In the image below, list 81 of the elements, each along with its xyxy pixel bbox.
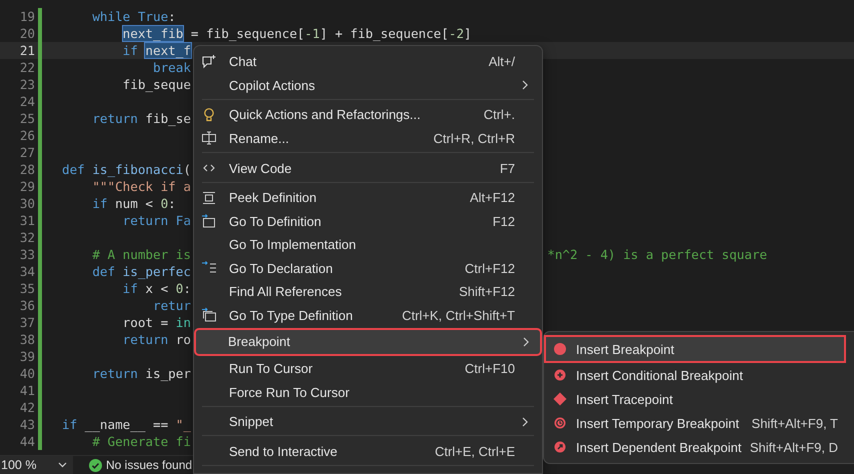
menu-item[interactable]: View Code F7 <box>197 156 539 180</box>
code-line: retur <box>152 298 191 313</box>
line-number: 28 <box>18 162 35 177</box>
menu-item[interactable]: Chat Alt+/ <box>197 50 539 74</box>
menu-item[interactable]: Insert Temporary Breakpoint Shift+Alt+F9, T <box>546 411 844 435</box>
code-line: if next_f <box>122 43 191 58</box>
menu-item[interactable]: Send to Interactive Ctrl+E, Ctrl+E <box>197 439 539 463</box>
line-number: 32 <box>18 230 35 245</box>
menu-item[interactable]: Insert Breakpoint <box>546 337 844 361</box>
code-line: return is_per <box>92 366 191 381</box>
go-to-definition-icon <box>201 213 217 230</box>
line-number: 39 <box>18 349 35 364</box>
line-number: 22 <box>18 60 35 75</box>
check-circle-icon <box>89 458 102 472</box>
conditional-breakpoint-icon <box>552 367 568 383</box>
code-line: def is_perfec <box>92 264 191 279</box>
code-line: if __name__ == "_ <box>62 417 191 432</box>
menu-item[interactable]: Insert Tracepoint <box>546 387 844 411</box>
chat-sparkle-icon <box>201 54 217 70</box>
code-line: return ro <box>122 332 191 347</box>
code-line: if x < 0: <box>122 281 191 296</box>
temporary-breakpoint-icon <box>552 415 568 431</box>
rename-icon <box>201 130 217 146</box>
menu-item[interactable]: Force Run To Cursor <box>197 380 539 404</box>
peek-definition-icon <box>201 190 217 206</box>
line-number: 21 <box>18 43 35 58</box>
code-line: return fib_se <box>92 111 191 126</box>
line-number: 42 <box>18 400 35 415</box>
code-line: def is_fibonacci( <box>62 162 191 177</box>
line-number: 26 <box>18 128 35 143</box>
line-number: 41 <box>18 383 35 398</box>
line-number: 20 <box>18 26 35 41</box>
code-line: *n^2 - 4) is a perfect square <box>547 247 768 262</box>
line-number: 24 <box>18 94 35 109</box>
dependent-breakpoint-icon <box>552 439 568 455</box>
tracepoint-icon <box>552 391 568 407</box>
menu-item[interactable]: Find All References Shift+F12 <box>197 280 539 304</box>
menu-item[interactable]: Go To Definition F12 <box>197 209 539 233</box>
menu-item[interactable]: Rename... Ctrl+R, Ctrl+R <box>197 126 539 150</box>
line-number: 19 <box>18 9 35 24</box>
code-line: # A number is <box>92 247 191 262</box>
menu-item[interactable]: Quick Actions and Refactorings... Ctrl+. <box>197 103 539 127</box>
line-number: 34 <box>18 264 35 279</box>
line-number: 31 <box>18 213 35 228</box>
chevron-down-icon <box>58 462 67 468</box>
zoom-dropdown[interactable]: 100 % <box>0 456 73 474</box>
line-number: 43 <box>18 417 35 432</box>
line-number: 40 <box>18 366 35 381</box>
code-line: root = in <box>122 315 191 330</box>
line-number: 25 <box>18 111 35 126</box>
code-line: next_fib = fib_sequence[-1] + fib_sequence[-2] <box>122 26 472 41</box>
menu-item[interactable]: Go To Declaration Ctrl+F12 <box>197 256 539 280</box>
line-number: 44 <box>18 434 35 449</box>
menu-item[interactable]: Snippet <box>197 410 539 434</box>
line-number: 38 <box>18 332 35 347</box>
code-line: """Check if a <box>92 179 191 194</box>
menu-item[interactable]: Insert Dependent Breakpoint Shift+Alt+F9, D <box>546 435 844 459</box>
issues-status: No issues found <box>106 458 192 472</box>
code-line: return Fa <box>122 213 191 228</box>
menu-item[interactable]: Breakpoint <box>196 330 540 354</box>
line-number: 27 <box>18 145 35 160</box>
line-number: 33 <box>18 247 35 262</box>
menu-item[interactable]: Go To Implementation <box>197 232 539 256</box>
menu-item[interactable]: Peek Definition Alt+F12 <box>197 186 539 210</box>
breakpoint-icon <box>552 341 568 357</box>
menu-item[interactable]: Copilot Actions <box>197 74 539 98</box>
code-line: # Generate fi <box>92 434 191 449</box>
line-number: 29 <box>18 179 35 194</box>
line-number: 36 <box>18 298 35 313</box>
code-line: break <box>152 60 191 75</box>
line-number: 23 <box>18 77 35 92</box>
menu-item[interactable]: Go To Type Definition Ctrl+K, Ctrl+Shift+T <box>197 304 539 328</box>
menu-item[interactable]: Run To Cursor Ctrl+F10 <box>197 356 539 380</box>
go-to-type-definition-icon <box>201 307 217 324</box>
code-line: fib_seque <box>122 77 191 92</box>
line-number: 30 <box>18 196 35 211</box>
line-number: 37 <box>18 315 35 330</box>
code-line: if num < 0: <box>92 196 176 211</box>
menu-item[interactable]: Insert Conditional Breakpoint <box>546 363 844 387</box>
code-line: while True: <box>92 9 176 24</box>
line-number: 35 <box>18 281 35 296</box>
